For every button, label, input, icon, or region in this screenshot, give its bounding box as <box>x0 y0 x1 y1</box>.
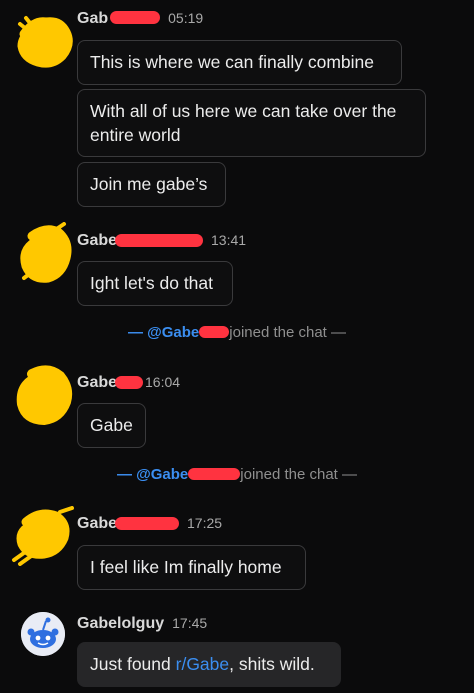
avatar-scribble-icon[interactable] <box>18 222 74 286</box>
message-timestamp: 17:45 <box>172 615 208 631</box>
avatar-scribble-icon[interactable] <box>16 14 74 68</box>
message-text: This is where we can finally combine <box>90 52 375 72</box>
redaction-mark <box>199 326 230 338</box>
message-text: Gabe <box>90 415 133 435</box>
system-join-notice: — @Gabe joined the chat — <box>0 324 474 341</box>
redaction-mark <box>110 11 161 24</box>
message-timestamp: 17:25 <box>187 515 223 531</box>
join-text: joined the chat — <box>240 466 358 483</box>
redaction-mark <box>115 517 180 530</box>
redaction-mark <box>115 234 204 247</box>
message-text: Ight let's do that <box>90 273 214 293</box>
message-bubble[interactable]: This is where we can finally combine <box>77 40 402 85</box>
subreddit-link[interactable]: r/Gabe <box>176 654 230 674</box>
system-join-notice: — @Gabe joined the chat — <box>0 466 474 483</box>
message-bubble[interactable]: I feel like Im finally home <box>77 545 306 590</box>
message-text-after: , shits wild. <box>229 654 315 674</box>
avatar-scribble-icon[interactable] <box>14 364 74 426</box>
message-text-before: Just found <box>90 654 176 674</box>
redaction-mark <box>115 376 144 389</box>
message-bubble[interactable]: Join me gabe’s <box>77 162 226 207</box>
message-text: Join me gabe’s <box>90 174 208 194</box>
message-timestamp: 13:41 <box>211 232 247 248</box>
message-bubble[interactable]: Just found r/Gabe, shits wild. <box>77 642 341 687</box>
sender-name[interactable]: Gab <box>77 10 108 28</box>
sender-name[interactable]: Gabe <box>77 374 117 392</box>
user-mention[interactable]: — @Gabe <box>128 324 199 341</box>
join-text: joined the chat — <box>229 324 347 341</box>
message-bubble[interactable]: Gabe <box>77 403 146 448</box>
message-text: I feel like Im finally home <box>90 557 282 577</box>
sender-name[interactable]: Gabe <box>77 515 117 533</box>
message-timestamp: 05:19 <box>168 10 204 26</box>
redaction-mark <box>188 468 241 480</box>
user-mention[interactable]: — @Gabe <box>117 466 188 483</box>
message-bubble[interactable]: With all of us here we can take over the… <box>77 89 426 157</box>
sender-name[interactable]: Gabe <box>77 232 117 250</box>
message-text: With all of us here we can take over the… <box>90 101 397 145</box>
sender-name[interactable]: Gabelolguy <box>77 615 164 633</box>
snoo-avatar-icon[interactable] <box>21 612 65 656</box>
avatar-scribble-icon[interactable] <box>10 506 76 566</box>
message-timestamp: 16:04 <box>145 374 181 390</box>
message-bubble[interactable]: Ight let's do that <box>77 261 233 306</box>
